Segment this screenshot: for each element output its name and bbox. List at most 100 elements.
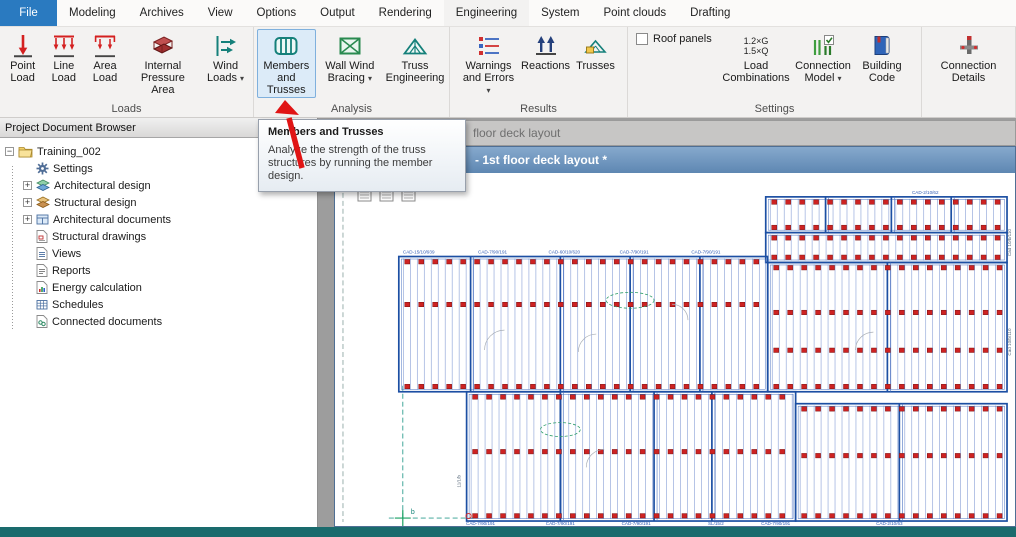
- tab-file[interactable]: File: [0, 0, 57, 26]
- load-combinations-button[interactable]: 1.2×G 1.5×Q Load Combinations: [723, 29, 789, 86]
- line-load-button[interactable]: Line Load: [44, 29, 83, 86]
- tab-modeling[interactable]: Modeling: [57, 0, 128, 26]
- tab-rendering[interactable]: Rendering: [367, 0, 444, 26]
- drawing-canvas[interactable]: CAD-15/10/939CAD-7/90/191CAD-60/10/620CA…: [335, 173, 1015, 526]
- connection-model-button[interactable]: Connection Model ▾: [791, 29, 855, 87]
- wind-loads-button[interactable]: Wind Loads ▾: [201, 29, 250, 87]
- annotation-arrow: [272, 98, 312, 172]
- warnings-and-errors-button[interactable]: Warnings and Errors ▾: [459, 29, 519, 99]
- tab-archives[interactable]: Archives: [128, 0, 196, 26]
- point-load-button[interactable]: Point Load: [3, 29, 42, 86]
- svg-text:CAD-7/90/191: CAD-7/90/191: [691, 250, 721, 255]
- svg-text:CAD-7/90/191: CAD-7/90/191: [546, 521, 576, 526]
- expand-icon[interactable]: +: [23, 198, 32, 207]
- tree-item-label: Connected documents: [52, 316, 162, 328]
- tree-item-architectural-documents[interactable]: + Architectural documents: [0, 211, 317, 228]
- connection-details-button[interactable]: Connection Details: [935, 29, 1003, 86]
- svg-text:CAD-15/10/939: CAD-15/10/939: [403, 250, 435, 255]
- tree-item-label: Architectural documents: [53, 214, 171, 226]
- reactions-button[interactable]: Reactions: [521, 29, 571, 74]
- svg-text:CAD-7/90/191: CAD-7/90/191: [478, 250, 508, 255]
- tab-point-clouds[interactable]: Point clouds: [591, 0, 678, 26]
- connection-details-icon: [956, 32, 982, 60]
- tree-item-label: Structural design: [54, 197, 137, 209]
- expand-icon[interactable]: +: [23, 215, 32, 224]
- expand-icon[interactable]: +: [23, 181, 32, 190]
- background-window-title-text: floor deck layout: [473, 126, 560, 140]
- collapse-icon[interactable]: −: [5, 147, 14, 156]
- svg-text:CAD-2/10/63: CAD-2/10/63: [876, 521, 903, 526]
- tree-item-schedules[interactable]: Schedules: [0, 296, 317, 313]
- svg-text:Cad 10/b/110: Cad 10/b/110: [1007, 328, 1012, 356]
- members-and-trusses-label: Members and Trusses: [263, 60, 309, 96]
- application-window: File Modeling Archives View Options Outp…: [0, 0, 1016, 537]
- tree-item-views[interactable]: Views: [0, 245, 317, 262]
- svg-text:CAD-7/90/191: CAD-7/90/191: [761, 521, 791, 526]
- wind-loads-icon: [213, 32, 239, 60]
- ribbon: Point Load Line Load Area Load Internal …: [0, 27, 1016, 118]
- dropdown-caret-icon: ▾: [240, 74, 244, 83]
- struct-design-icon: [36, 196, 50, 209]
- tree-item-structural-drawings[interactable]: Structural drawings: [0, 228, 317, 245]
- tab-options[interactable]: Options: [245, 0, 309, 26]
- truss-engineering-button[interactable]: Truss Engineering: [384, 29, 446, 86]
- trusses-button[interactable]: Trusses: [573, 29, 619, 74]
- group-label-loads: Loads: [2, 102, 251, 117]
- reactions-icon: [533, 32, 559, 60]
- folder-icon: [18, 145, 33, 158]
- roof-panels-checkbox[interactable]: Roof panels: [630, 29, 722, 45]
- tab-engineering[interactable]: Engineering: [444, 0, 529, 26]
- group-label-connection-details: [924, 114, 1013, 117]
- svg-text:Cad 10/b/110: Cad 10/b/110: [1007, 229, 1012, 257]
- struct-drawings-icon: [36, 230, 48, 243]
- internal-pressure-area-button[interactable]: Internal Pressure Area: [127, 29, 199, 98]
- tab-drafting[interactable]: Drafting: [678, 0, 742, 26]
- group-label-settings: Settings: [630, 102, 919, 117]
- svg-text:SL/15/2: SL/15/2: [708, 521, 724, 526]
- drawing-window: - 1st floor deck layout * CAD-15/10/939C…: [334, 146, 1016, 527]
- tab-output[interactable]: Output: [308, 0, 367, 26]
- tree-item-energy-calculation[interactable]: Energy calculation: [0, 279, 317, 296]
- line-load-label: Line Load: [52, 60, 76, 84]
- reactions-label: Reactions: [521, 60, 570, 72]
- ribbon-group-results: Warnings and Errors ▾ Reactions Trusses …: [450, 27, 628, 117]
- gear-icon: [36, 162, 49, 175]
- internal-pressure-area-icon: [150, 32, 176, 60]
- tree-item-label: Views: [52, 248, 81, 260]
- trusses-icon: [583, 32, 609, 60]
- bottom-panel-edge: [0, 527, 1016, 537]
- connection-model-label: Connection Model: [795, 60, 851, 84]
- svg-text:CAD-7/90/191: CAD-7/90/191: [620, 250, 650, 255]
- reports-icon: [36, 264, 48, 277]
- connected-icon: [36, 315, 48, 328]
- ribbon-tab-strip: File Modeling Archives View Options Outp…: [0, 0, 1016, 27]
- wall-wind-bracing-button[interactable]: Wall Wind Bracing ▾: [318, 29, 382, 87]
- members-and-trusses-icon: [273, 32, 299, 60]
- building-code-icon: [869, 32, 895, 60]
- warnings-and-errors-icon: [476, 32, 502, 60]
- tree-item-label: Structural drawings: [52, 231, 146, 243]
- svg-text:11/1/b: 11/1/b: [457, 475, 462, 488]
- views-icon: [36, 247, 48, 260]
- svg-text:CAD-7/90/191: CAD-7/90/191: [466, 521, 496, 526]
- members-and-trusses-button[interactable]: Members and Trusses: [257, 29, 316, 98]
- ribbon-group-connection-details: Connection Details: [922, 27, 1016, 117]
- checkbox-icon[interactable]: [636, 33, 648, 45]
- schedules-icon: [36, 298, 48, 311]
- floor-plan-svg: CAD-15/10/939CAD-7/90/191CAD-60/10/620CA…: [335, 173, 1015, 526]
- trusses-label: Trusses: [576, 60, 615, 72]
- wind-loads-label: Wind Loads: [207, 60, 238, 84]
- tree-item-connected-documents[interactable]: Connected documents: [0, 313, 317, 330]
- tree-item-reports[interactable]: Reports: [0, 262, 317, 279]
- group-label-results: Results: [452, 102, 625, 117]
- internal-pressure-area-label: Internal Pressure Area: [141, 60, 185, 96]
- building-code-button[interactable]: Building Code: [857, 29, 907, 86]
- tree-item-label: Schedules: [52, 299, 103, 311]
- tree-item-structural-design[interactable]: + Structural design: [0, 194, 317, 211]
- tree-item-label: Energy calculation: [52, 282, 142, 294]
- arch-design-icon: [36, 179, 50, 192]
- area-load-button[interactable]: Area Load: [85, 29, 124, 86]
- energy-icon: [36, 281, 48, 294]
- tab-system[interactable]: System: [529, 0, 591, 26]
- tab-view[interactable]: View: [196, 0, 245, 26]
